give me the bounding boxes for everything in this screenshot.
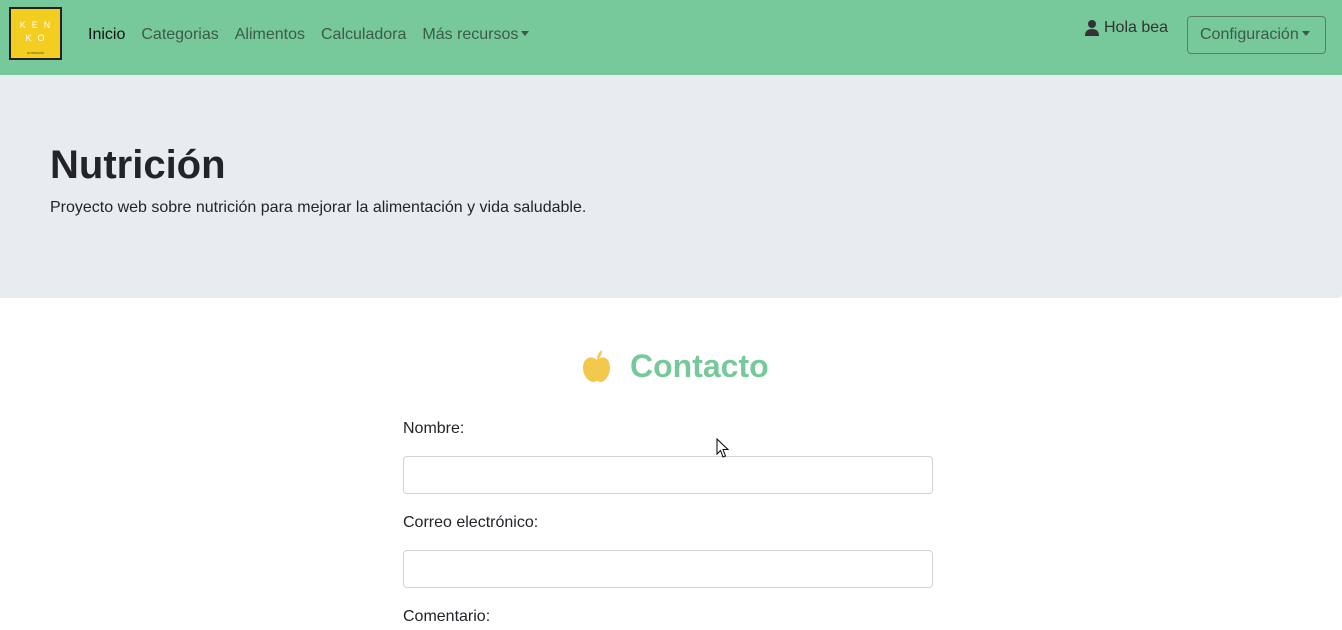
- logo-text: KEN KO: [19, 20, 57, 43]
- nav-link-inicio[interactable]: Inicio: [88, 25, 125, 45]
- caret-down-icon: [1301, 31, 1310, 36]
- contact-title: Contacto: [630, 348, 769, 384]
- config-dropdown-button[interactable]: Configuración: [1187, 16, 1326, 54]
- nav-dropdown-mas-recursos[interactable]: Más recursos: [422, 25, 530, 45]
- nav-link-calculadora[interactable]: Calculadora: [321, 25, 406, 45]
- comentario-label: Comentario:: [403, 608, 491, 625]
- nombre-input[interactable]: [403, 456, 933, 494]
- nombre-label: Nombre:: [403, 420, 465, 437]
- caret-down-icon: [521, 31, 530, 36]
- user-greeting[interactable]: Hola bea: [1085, 19, 1168, 37]
- brand-logo[interactable]: KEN KO NUTRICIÓN: [9, 7, 62, 60]
- mouse-cursor-icon: [716, 438, 730, 458]
- nav-link-mas-recursos-label: Más recursos: [422, 26, 519, 43]
- nav-link-alimentos[interactable]: Alimentos: [235, 25, 305, 45]
- contact-heading: Contacto: [582, 344, 769, 388]
- nav-link-categorias[interactable]: Categorias: [141, 25, 218, 45]
- jumbotron: Nutrición Proyecto web sobre nutrición p…: [0, 75, 1342, 298]
- user-greeting-text: Hola bea: [1104, 19, 1169, 36]
- navbar: KEN KO NUTRICIÓN Inicio Categorias Alime…: [0, 0, 1342, 75]
- nav-links: Inicio Categorias Alimentos Calculadora …: [88, 25, 545, 45]
- apple-icon: [583, 350, 610, 382]
- config-button-label: Configuración: [1200, 26, 1299, 43]
- email-input[interactable]: [403, 550, 933, 588]
- user-icon: [1085, 20, 1099, 36]
- page-lead: Proyecto web sobre nutrición para mejora…: [50, 199, 587, 216]
- email-label: Correo electrónico:: [403, 514, 539, 531]
- page-title: Nutrición: [50, 143, 226, 187]
- logo-subtext: NUTRICIÓN: [27, 51, 44, 55]
